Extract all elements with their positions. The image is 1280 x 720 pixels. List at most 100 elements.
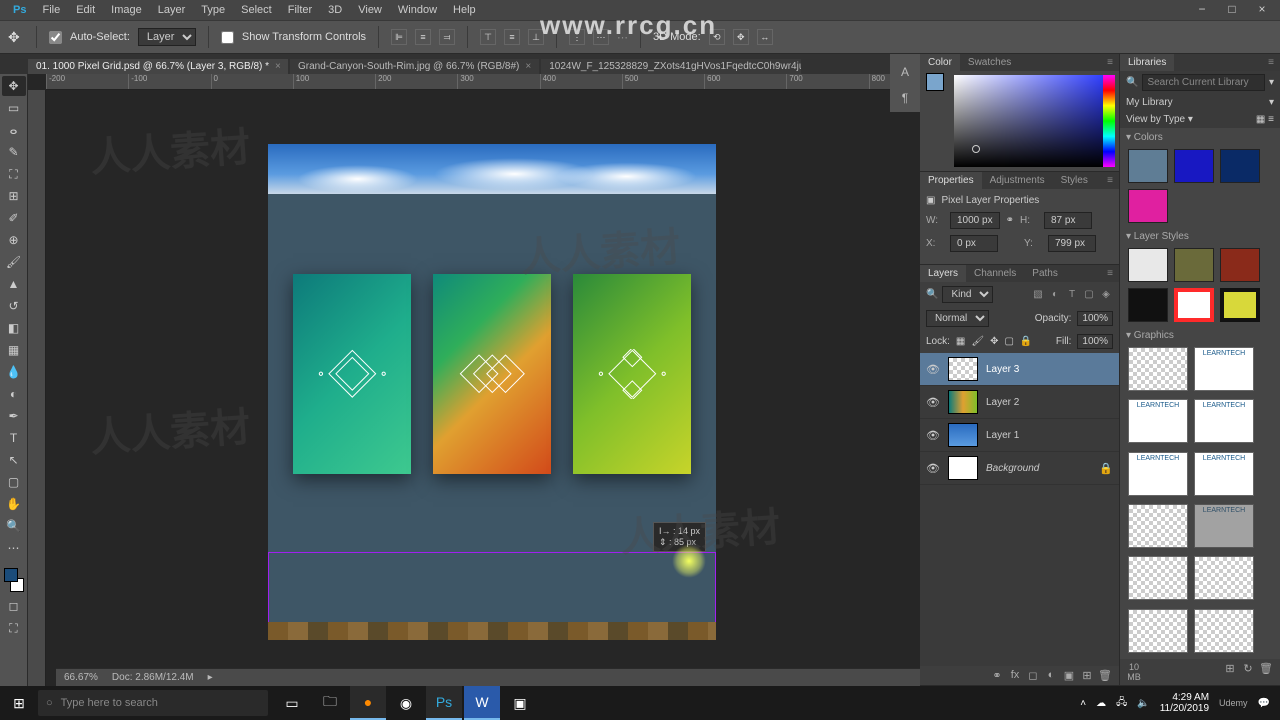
color-swatch[interactable]	[1128, 149, 1168, 183]
dodge-tool[interactable]: ◐	[2, 384, 26, 404]
type-tool[interactable]: T	[2, 428, 26, 448]
doc-tab-1[interactable]: 01. 1000 Pixel Grid.psd @ 66.7% (Layer 3…	[28, 59, 288, 74]
show-transform-checkbox[interactable]	[221, 31, 234, 44]
taskbar-app-firefox[interactable]: ●	[350, 686, 386, 720]
tab-properties[interactable]: Properties	[920, 172, 982, 189]
visibility-icon[interactable]: 👁	[926, 462, 940, 475]
graphic-item[interactable]: LEARNTECH	[1128, 452, 1188, 496]
taskbar-app-photoshop[interactable]: Ps	[426, 686, 462, 720]
menu-select[interactable]: Select	[234, 2, 279, 18]
character-panel-icon[interactable]: A	[893, 60, 917, 84]
adjustment-layer-icon[interactable]: ◐	[1043, 669, 1059, 682]
search-icon[interactable]: 🔍	[926, 289, 938, 300]
graphic-item[interactable]: LEARNTECH	[1194, 452, 1254, 496]
filter-type-icon[interactable]: T	[1065, 289, 1079, 300]
prop-height[interactable]: 87 px	[1044, 212, 1092, 229]
gradient-tool[interactable]: ▦	[2, 340, 26, 360]
lock-paint-icon[interactable]: 🖌	[971, 336, 984, 347]
layer-name[interactable]: Layer 1	[986, 430, 1019, 441]
window-maximize[interactable]: □	[1218, 0, 1246, 20]
layer-row[interactable]: 👁 Layer 1	[920, 419, 1119, 452]
color-swatch[interactable]	[1174, 149, 1214, 183]
layer-name[interactable]: Layer 2	[986, 397, 1019, 408]
lock-artboard-icon[interactable]: ▢	[1004, 336, 1013, 347]
lib-delete-icon[interactable]: 🗑	[1258, 662, 1274, 682]
library-select[interactable]: My Library▾	[1120, 94, 1280, 111]
graphic-item[interactable]: LEARNTECH	[1128, 399, 1188, 443]
selection-bounding-box[interactable]	[268, 552, 716, 628]
layer-row[interactable]: 👁 Layer 3	[920, 353, 1119, 386]
menu-image[interactable]: Image	[104, 2, 149, 18]
quick-select-tool[interactable]: ✎	[2, 142, 26, 162]
layer-mask-icon[interactable]: ◻	[1025, 669, 1041, 682]
paragraph-panel-icon[interactable]: ¶	[893, 86, 917, 110]
align-more-icon[interactable]: ⋯	[617, 31, 628, 44]
tab-styles[interactable]: Styles	[1053, 172, 1096, 189]
document-canvas[interactable]: I→ : 14 px⇕ : 85 px	[268, 144, 716, 640]
tab-layers[interactable]: Layers	[920, 265, 966, 282]
delete-layer-icon[interactable]: 🗑	[1097, 669, 1113, 682]
lib-section-colors[interactable]: ▾ Colors	[1120, 128, 1280, 145]
auto-select-dropdown[interactable]: Layer	[138, 28, 196, 46]
edit-toolbar[interactable]: ⋯	[2, 538, 26, 558]
lib-sync-icon[interactable]: ↻	[1240, 662, 1256, 682]
menu-view[interactable]: View	[351, 2, 389, 18]
graphic-item[interactable]	[1128, 347, 1188, 391]
taskbar-app-explorer[interactable]: 🗀	[312, 686, 348, 720]
color-field[interactable]	[954, 75, 1115, 167]
notifications-icon[interactable]: 💬	[1258, 698, 1270, 709]
foreground-color-swatch[interactable]	[926, 73, 944, 91]
tab-color[interactable]: Color	[920, 54, 960, 71]
filter-pixel-icon[interactable]: ▧	[1031, 289, 1045, 300]
layer-name[interactable]: Layer 3	[986, 364, 1019, 375]
frame-tool[interactable]: ⊞	[2, 186, 26, 206]
taskbar-clock[interactable]: 4:29 AM 11/20/2019	[1160, 692, 1209, 714]
align-right-icon[interactable]: ⫤	[439, 29, 455, 45]
marquee-tool[interactable]: ▭	[2, 98, 26, 118]
new-layer-icon[interactable]: ⊞	[1079, 669, 1095, 682]
panel-menu-icon[interactable]: ≡	[1262, 54, 1280, 71]
style-swatch[interactable]	[1128, 248, 1168, 282]
menu-window[interactable]: Window	[391, 2, 444, 18]
menu-3d[interactable]: 3D	[321, 2, 349, 18]
taskbar-app-other[interactable]: ▣	[502, 686, 538, 720]
graphic-item[interactable]	[1128, 609, 1188, 653]
doc-tab-3[interactable]: 1024W_F_125328829_ZXots41gHVos1FqedtcC0h…	[541, 59, 801, 74]
layer-fx-icon[interactable]: fx	[1007, 669, 1023, 682]
layer-thumbnail[interactable]	[948, 456, 978, 480]
layer-row[interactable]: 👁 Layer 2	[920, 386, 1119, 419]
prop-width[interactable]: 1000 px	[950, 212, 1000, 229]
auto-select-checkbox[interactable]	[49, 31, 62, 44]
style-swatch[interactable]	[1174, 288, 1214, 322]
graphic-item[interactable]: LEARNTECH	[1194, 347, 1254, 391]
color-swatch-fgbg[interactable]	[2, 566, 26, 594]
layer-filter-kind[interactable]: Kind	[942, 286, 993, 303]
color-swatch[interactable]	[1220, 149, 1260, 183]
graphic-item[interactable]: LEARNTECH	[1194, 399, 1254, 443]
heal-tool[interactable]: ⊕	[2, 230, 26, 250]
pen-tool[interactable]: ✒	[2, 406, 26, 426]
list-view-icon[interactable]: ≡	[1268, 114, 1274, 125]
link-wh-icon[interactable]: ⚭	[1006, 215, 1014, 226]
path-select-tool[interactable]: ↖	[2, 450, 26, 470]
3d-orbit-icon[interactable]: ⟲	[709, 29, 725, 45]
tray-cloud-icon[interactable]: ☁	[1096, 698, 1106, 709]
menu-file[interactable]: File	[35, 2, 67, 18]
fill-value[interactable]: 100%	[1077, 334, 1113, 349]
graphic-item[interactable]	[1128, 504, 1188, 548]
stamp-tool[interactable]: ▲	[2, 274, 26, 294]
quickmask-tool[interactable]: ◻	[2, 596, 26, 616]
zoom-tool[interactable]: 🔍	[2, 516, 26, 536]
align-bottom-icon[interactable]: ⊥	[528, 29, 544, 45]
lib-section-graphics[interactable]: ▾ Graphics	[1120, 326, 1280, 343]
opacity-value[interactable]: 100%	[1077, 311, 1113, 326]
prop-x[interactable]: 0 px	[950, 235, 998, 252]
eraser-tool[interactable]: ◧	[2, 318, 26, 338]
style-swatch[interactable]	[1174, 248, 1214, 282]
3d-slide-icon[interactable]: ↔	[757, 29, 773, 45]
lasso-tool[interactable]: ⴰ	[2, 120, 26, 140]
task-view-icon[interactable]: ▭	[274, 686, 310, 720]
shape-tool[interactable]: ▢	[2, 472, 26, 492]
filter-adjust-icon[interactable]: ◐	[1048, 289, 1062, 300]
layer-thumbnail[interactable]	[948, 357, 978, 381]
